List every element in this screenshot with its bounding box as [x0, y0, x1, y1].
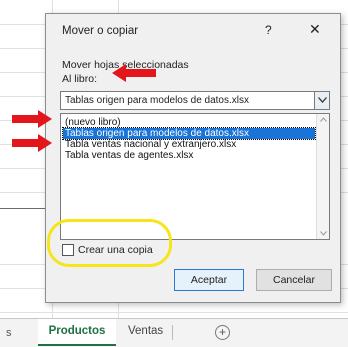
cancel-button[interactable]: Cancelar: [256, 269, 332, 291]
dialog-title: Mover o copiar: [62, 25, 139, 37]
list-item[interactable]: Tabla ventas de agentes.xlsx: [63, 150, 315, 161]
tab-productos[interactable]: Productos: [38, 319, 116, 346]
chevron-down-icon: [318, 97, 327, 103]
sheet-tab-bar: s Productos Ventas +: [0, 318, 348, 347]
book-select-value: Tablas origen para modelos de datos.xlsx: [65, 95, 249, 106]
red-arrow-icon: [112, 64, 156, 82]
tab-divider: [172, 325, 173, 340]
list-item[interactable]: Tabla ventas nacional y extranjero.xlsx: [63, 139, 315, 150]
tab-scroll-indicator[interactable]: s: [6, 327, 12, 339]
list-scrollbar[interactable]: [316, 114, 329, 239]
highlight-circle: [47, 219, 172, 267]
to-book-label: Al libro:: [62, 73, 98, 85]
close-button[interactable]: ✕: [309, 21, 321, 38]
red-arrow-icon: [12, 110, 52, 128]
dropdown-button[interactable]: [314, 92, 329, 109]
scroll-down-icon[interactable]: [320, 231, 327, 236]
list-item-new-book[interactable]: (nuevo libro): [63, 117, 315, 128]
book-select[interactable]: Tablas origen para modelos de datos.xlsx: [60, 91, 330, 110]
tab-ventas[interactable]: Ventas: [118, 319, 170, 346]
ok-button[interactable]: Aceptar: [174, 269, 244, 291]
add-sheet-icon[interactable]: +: [215, 325, 230, 340]
list-item-selected[interactable]: Tablas origen para modelos de datos.xlsx: [62, 127, 316, 140]
red-arrow-icon: [12, 134, 52, 152]
help-button[interactable]: ?: [265, 23, 272, 37]
scroll-up-icon[interactable]: [320, 117, 327, 122]
grid-line: [0, 312, 348, 313]
